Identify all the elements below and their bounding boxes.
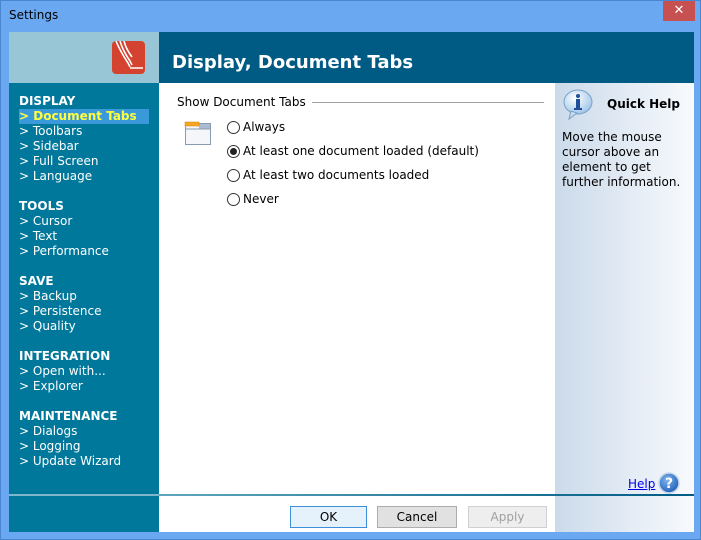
sidebar-item-language[interactable]: > Language <box>19 169 149 184</box>
footer: OK Cancel Apply <box>159 496 555 532</box>
radio-button[interactable] <box>227 144 240 158</box>
svg-text:?: ? <box>665 476 673 492</box>
quick-help-panel: Quick Help Move the mouse cursor above a… <box>555 83 694 532</box>
window-title: Settings <box>9 8 59 22</box>
info-icon <box>562 89 594 121</box>
radio-label: At least two documents loaded <box>243 168 430 182</box>
radio-label: At least one document loaded (default) <box>243 144 479 158</box>
sidebar-item-persistence[interactable]: > Persistence <box>19 304 102 319</box>
close-icon: ✕ <box>673 3 685 18</box>
sidebar-item-sidebar[interactable]: > Sidebar <box>19 139 149 154</box>
sidebar-item-open-with[interactable]: > Open with... <box>19 364 110 379</box>
group-label: Show Document Tabs <box>177 95 312 109</box>
nav-group-integration: INTEGRATION > Open with... > Explorer <box>19 349 110 394</box>
logo-area <box>9 32 159 83</box>
quick-help-title: Quick Help <box>607 97 681 111</box>
group-divider <box>299 102 544 103</box>
radio-at-least-two[interactable]: At least two documents loaded <box>227 166 429 184</box>
sidebar-item-text[interactable]: > Text <box>19 229 109 244</box>
ok-button[interactable]: OK <box>290 506 367 528</box>
quick-help-text: Move the mouse cursor above an element t… <box>562 130 681 189</box>
client-area: Display, Document Tabs DISPLAY > Documen… <box>9 32 694 532</box>
cancel-button[interactable]: Cancel <box>377 506 457 528</box>
apply-button: Apply <box>468 506 547 528</box>
sidebar-item-full-screen[interactable]: > Full Screen <box>19 154 149 169</box>
help-question-icon[interactable]: ? <box>658 472 680 494</box>
page-header: Display, Document Tabs <box>159 32 694 83</box>
nav-heading-maintenance: MAINTENANCE <box>19 409 118 423</box>
sidebar-item-document-tabs[interactable]: > Document Tabs <box>19 109 149 124</box>
sidebar-item-quality[interactable]: > Quality <box>19 319 102 334</box>
radio-always[interactable]: Always <box>227 118 285 136</box>
sidebar: DISPLAY > Document Tabs > Toolbars > Sid… <box>9 83 159 532</box>
radio-at-least-one[interactable]: At least one document loaded (default) <box>227 142 479 160</box>
sidebar-item-backup[interactable]: > Backup <box>19 289 102 304</box>
settings-window: Settings ✕ Display, Document Tabs DISPLA… <box>0 0 701 540</box>
radio-never[interactable]: Never <box>227 190 279 208</box>
title-bar[interactable]: Settings ✕ <box>1 1 700 31</box>
nav-heading-integration: INTEGRATION <box>19 349 111 363</box>
sidebar-item-cursor[interactable]: > Cursor <box>19 214 109 229</box>
nav-group-save: SAVE > Backup > Persistence > Quality <box>19 274 102 334</box>
radio-label: Never <box>243 192 279 206</box>
document-tabs-icon <box>184 119 212 147</box>
app-logo-icon <box>112 41 145 74</box>
nav-heading-save: SAVE <box>19 274 54 288</box>
sidebar-item-update-wizard[interactable]: > Update Wizard <box>19 454 121 469</box>
nav-group-tools: TOOLS > Cursor > Text > Performance <box>19 199 109 259</box>
close-button[interactable]: ✕ <box>663 1 695 21</box>
settings-content: Show Document Tabs Always At least one d… <box>159 83 555 495</box>
sidebar-item-performance[interactable]: > Performance <box>19 244 109 259</box>
nav-group-maintenance: MAINTENANCE > Dialogs > Logging > Update… <box>19 409 121 469</box>
radio-button[interactable] <box>227 120 240 134</box>
nav-heading-display: DISPLAY <box>19 94 76 108</box>
sidebar-divider <box>9 494 159 496</box>
help-link[interactable]: Help <box>628 477 655 491</box>
sidebar-item-dialogs[interactable]: > Dialogs <box>19 424 121 439</box>
radio-label: Always <box>243 120 286 134</box>
sidebar-item-toolbars[interactable]: > Toolbars <box>19 124 149 139</box>
sidebar-item-logging[interactable]: > Logging <box>19 439 121 454</box>
sidebar-item-explorer[interactable]: > Explorer <box>19 379 110 394</box>
radio-button[interactable] <box>227 192 240 206</box>
radio-button[interactable] <box>227 168 240 182</box>
page-title: Display, Document Tabs <box>172 52 414 73</box>
nav-group-display: DISPLAY > Document Tabs > Toolbars > Sid… <box>19 94 149 184</box>
nav-heading-tools: TOOLS <box>19 199 64 213</box>
